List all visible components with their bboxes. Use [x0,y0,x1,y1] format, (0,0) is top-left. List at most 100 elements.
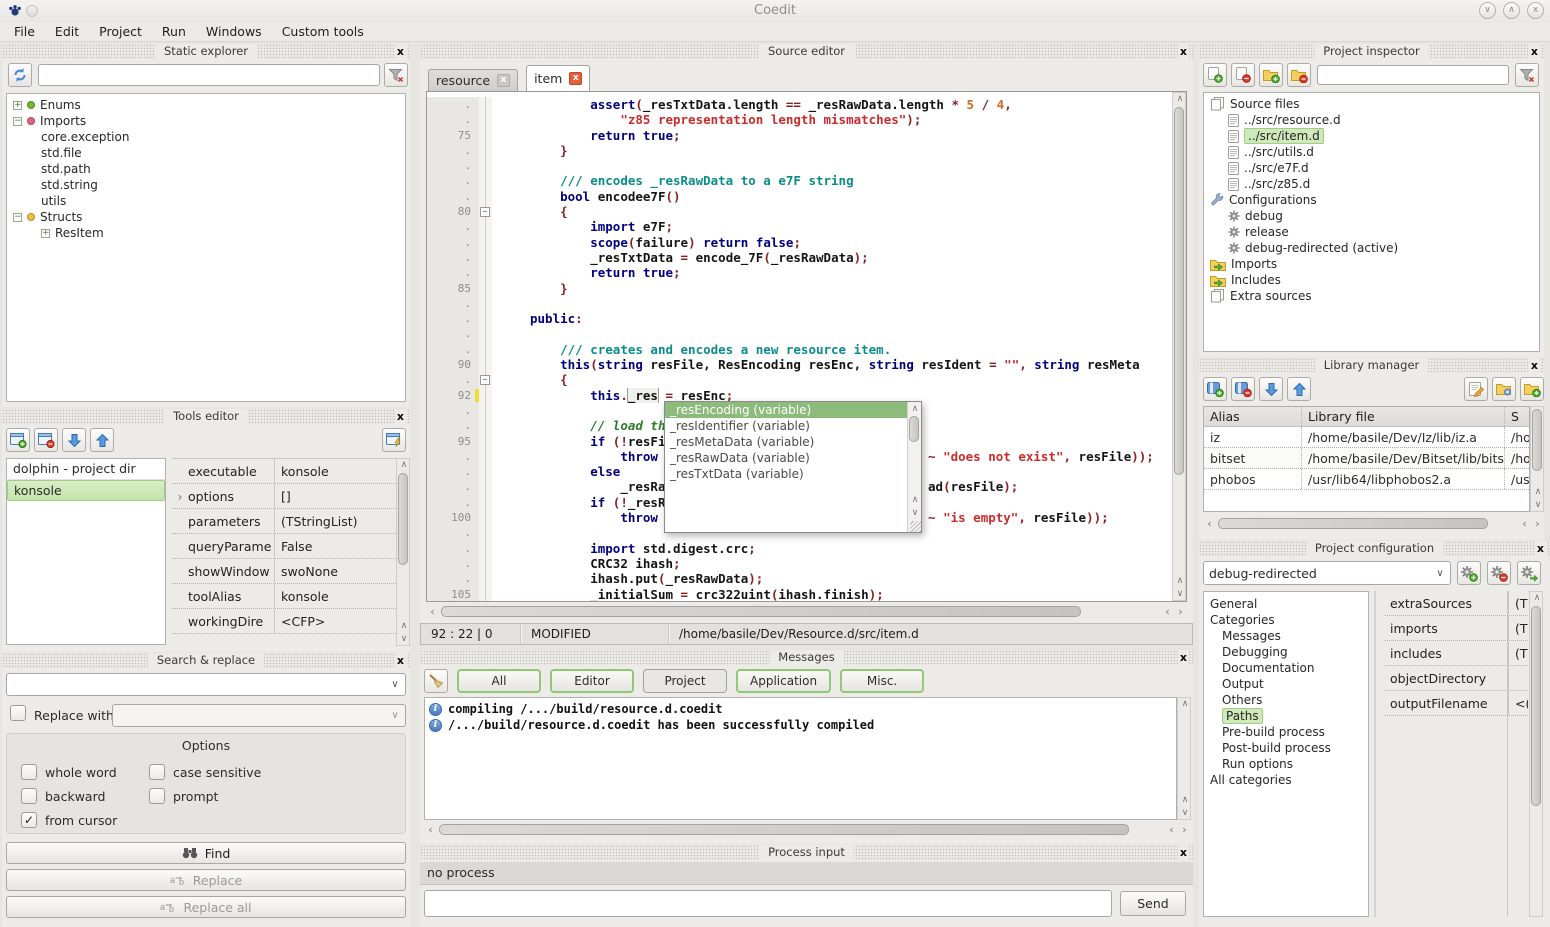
menu-custom-tools[interactable]: Custom tools [272,24,374,39]
code-editor[interactable]: . assert(_resTxtData.length == _resRawDa… [426,91,1187,602]
menu-project[interactable]: Project [89,24,152,39]
code-line[interactable]: 105 _initialSum = crc322uint(ihash.finis… [427,587,1172,602]
chevron-down-icon[interactable]: ∨ [385,710,405,721]
popup-scrollbar[interactable]: ∧∧∨ [907,402,921,532]
code-line[interactable]: . scope(failure) return false; [427,235,1172,250]
tab-resource[interactable]: resourcex [428,69,518,91]
message-line[interactable]: i/.../build/resource.d.coedit has been s… [429,717,1176,733]
tree-item[interactable]: General [1204,596,1368,612]
code-line[interactable]: .− { [427,372,1172,387]
tree-item[interactable]: Configurations [1204,192,1539,208]
property-value[interactable]: <( [1509,696,1528,711]
menu-windows[interactable]: Windows [196,24,272,39]
tree-item[interactable]: release [1204,224,1539,240]
tree-item[interactable]: std.file [7,145,405,161]
find-button[interactable]: Find [6,842,406,864]
tree-item[interactable]: Documentation [1204,660,1368,676]
completion-item[interactable]: _resIdentifier (variable) [665,418,907,434]
static-explorer-header[interactable]: Static explorer x [2,44,410,59]
filter-project[interactable]: Project [643,669,727,693]
move-down-button[interactable] [62,428,86,452]
close-icon[interactable]: x [395,653,406,668]
move-up-button[interactable] [1287,377,1311,401]
tree-item[interactable]: Includes [1204,272,1539,288]
table-row[interactable]: bitset/home/basile/Dev/Bitset/lib/bitset… [1204,448,1529,469]
close-icon[interactable]: x [1529,358,1540,373]
editor-vscrollbar[interactable]: ∧ ∧ ∨ [1172,92,1186,601]
library-manager-header[interactable]: Library manager x [1199,358,1544,373]
tree-item[interactable]: utils [7,193,405,209]
tree-item[interactable]: std.string [7,177,405,193]
property-row[interactable]: imports(T [1385,616,1528,641]
resize-grip-icon[interactable] [910,521,921,532]
table-row[interactable]: phobos/usr/lib64/libphobos2.a/us [1204,469,1529,490]
code-line[interactable]: . return true; [427,265,1172,280]
library-from-folder-button[interactable] [1520,377,1544,401]
tree-item[interactable]: debug-redirected (active) [1204,240,1539,256]
replace-with-checkbox[interactable] [10,705,26,721]
code-line[interactable]: . "z85 representation length mismatches"… [427,112,1172,127]
close-icon[interactable]: x [395,409,406,424]
symbol-search-input[interactable] [38,64,380,86]
filter-editor[interactable]: Editor [550,669,634,693]
remove-library-button[interactable] [1231,377,1255,401]
tools-editor-header[interactable]: Tools editor x [2,409,410,424]
backward-checkbox[interactable] [21,788,37,804]
property-value[interactable]: (T [1509,621,1528,636]
remove-tool-button[interactable] [34,428,58,452]
tab-item[interactable]: itemx [526,65,590,91]
property-row[interactable]: includes(T [1385,641,1528,666]
fold-collapse-icon[interactable]: − [480,207,490,217]
property-value[interactable]: <CFP> [275,614,396,629]
project-config-header[interactable]: Project configuration x [1199,541,1550,556]
menu-file[interactable]: File [4,24,45,39]
code-line[interactable]: . [427,296,1172,311]
tree-item[interactable]: ../src/item.d [1204,128,1539,144]
tree-item[interactable]: Run options [1204,756,1368,772]
property-value[interactable]: konsole [275,464,396,479]
move-up-button[interactable] [90,428,114,452]
property-value[interactable]: [] [275,489,396,504]
property-value[interactable]: (T [1509,646,1528,661]
close-button[interactable]: x [1527,2,1544,19]
tree-item[interactable]: Others [1204,692,1368,708]
tree-item[interactable]: Output [1204,676,1368,692]
property-value[interactable]: konsole [275,589,396,604]
chevron-down-icon[interactable]: ∨ [385,679,405,690]
source-editor-header[interactable]: Source editor x [420,44,1193,59]
close-icon[interactable]: x [1529,44,1540,59]
tree-item[interactable]: All categories [1204,772,1368,788]
add-tool-button[interactable] [6,428,30,452]
code-line[interactable]: . assert(_resTxtData.length == _resRawDa… [427,97,1172,112]
run-tool-button[interactable] [382,428,406,452]
message-line[interactable]: icompiling /.../build/resource.d.coedit [429,701,1176,717]
configuration-select[interactable]: debug-redirected ∨ [1203,561,1451,585]
property-value[interactable]: swoNone [275,564,396,579]
process-input-field[interactable] [424,890,1112,917]
code-line[interactable]: 80− { [427,204,1172,219]
clear-messages-button[interactable] [424,669,448,693]
property-row[interactable]: showWindowswoNone [172,559,396,584]
property-value[interactable]: False [275,539,396,554]
list-item[interactable]: dolphin - project dir [7,459,165,480]
tree-item[interactable]: Pre-build process [1204,724,1368,740]
replace-button[interactable]: ab Replace [6,869,406,891]
close-icon[interactable]: x [1178,845,1189,860]
tree-item[interactable]: Source files [1204,96,1539,112]
clone-config-button[interactable] [1517,561,1541,585]
filter-application[interactable]: Application [736,669,831,693]
tree-item[interactable]: Extra sources [1204,288,1539,304]
code-line[interactable]: . ihash.put(_resRawData); [427,571,1172,586]
expander-icon[interactable]: + [41,229,50,238]
close-icon[interactable]: x [1535,541,1546,556]
editor-hscrollbar[interactable]: ‹ ‹› [426,604,1187,619]
property-row[interactable]: parameters(TStringList) [172,509,396,534]
code-line[interactable]: . } [427,143,1172,158]
project-inspector-header[interactable]: Project inspector x [1199,44,1544,59]
list-item[interactable]: konsole [7,480,165,501]
edit-library-button[interactable] [1464,377,1488,401]
property-row[interactable]: ›options[] [172,484,396,509]
filter-button[interactable] [1515,63,1539,87]
column-header-s[interactable]: S [1505,407,1530,426]
whole-word-checkbox[interactable] [21,764,37,780]
